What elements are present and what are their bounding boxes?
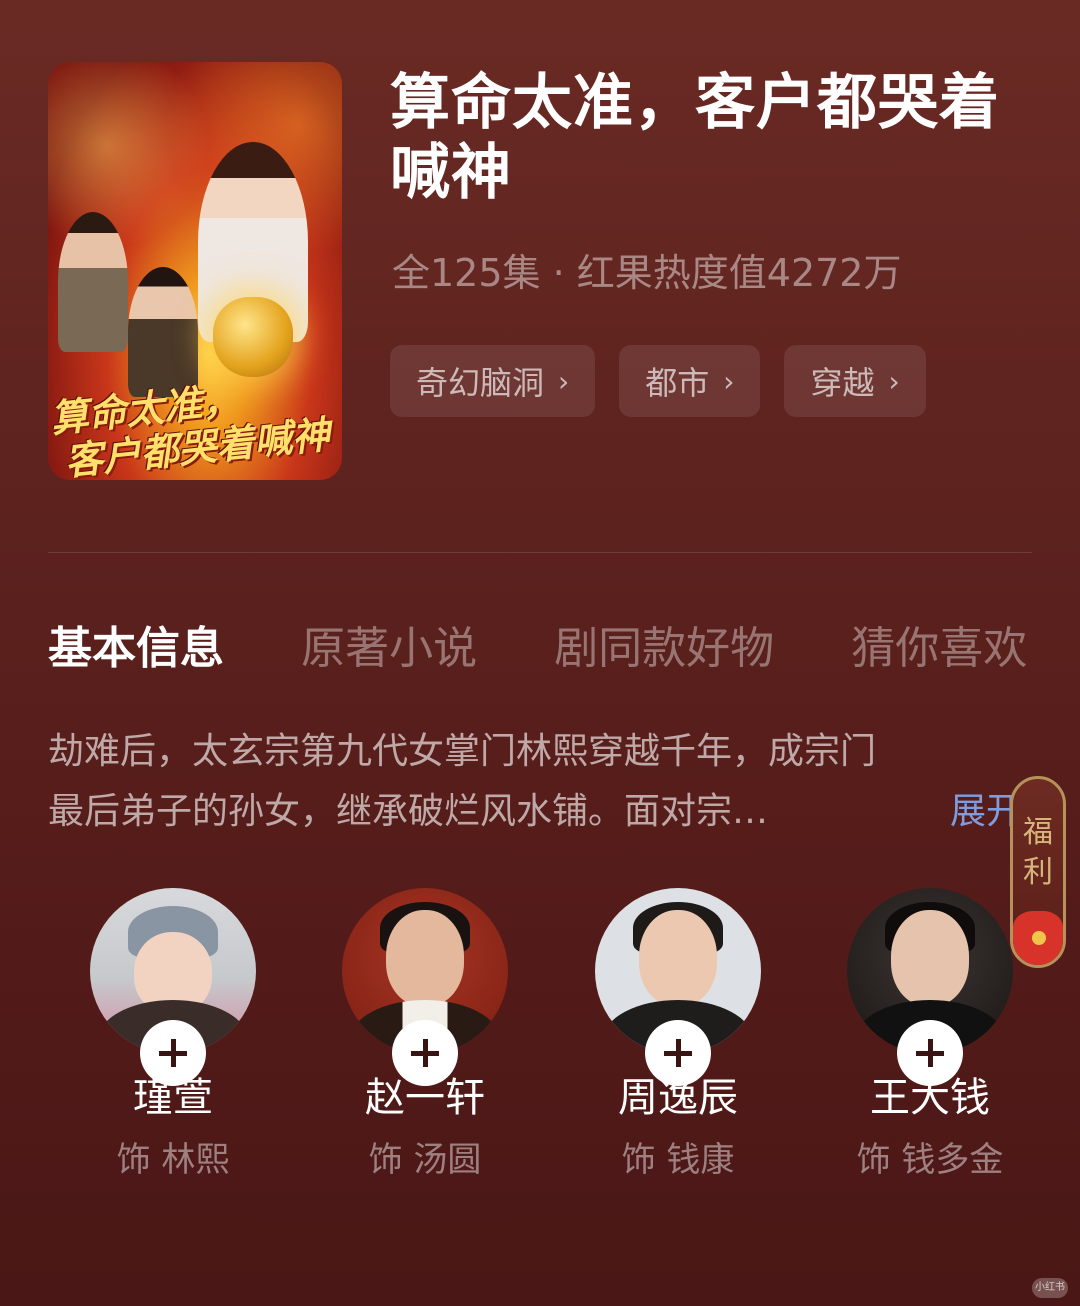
cast-member[interactable]: 周逸辰 饰 钱康 — [558, 888, 798, 1184]
chevron-right-icon: › — [558, 364, 570, 398]
cast-member[interactable]: 瑾萱 饰 林熙 — [53, 888, 293, 1184]
tag-fantasy[interactable]: 奇幻脑洞 › — [390, 345, 596, 417]
poster-figure — [58, 212, 128, 352]
welfare-label: 福利 — [1023, 815, 1053, 890]
watermark-logo: 小红书 — [1032, 1278, 1068, 1298]
drama-meta: 全125集 · 红果热度值4272万 — [392, 251, 902, 295]
tag-label: 都市 — [645, 364, 710, 402]
cast-role: 饰 钱康 — [621, 1140, 735, 1180]
follow-plus-icon[interactable] — [645, 1020, 711, 1086]
section-divider — [48, 552, 1032, 553]
tag-label: 穿越 — [810, 364, 875, 402]
synopsis-line: 最后弟子的孙女，继承破烂风水铺。面对宗… — [48, 791, 769, 832]
info-tabs: 基本信息 原著小说 剧同款好物 猜你喜欢 — [48, 612, 1080, 682]
synopsis-line: 劫难后，太玄宗第九代女掌门林熙穿越千年，成宗门 — [48, 731, 877, 772]
money-bag-icon — [213, 297, 293, 377]
follow-plus-icon[interactable] — [140, 1020, 206, 1086]
drama-title: 算命太准，客户都哭着喊神 — [390, 68, 1000, 208]
chevron-right-icon: › — [723, 364, 735, 398]
tag-time-travel[interactable]: 穿越 › — [784, 345, 926, 417]
chevron-right-icon: › — [888, 364, 900, 398]
cast-member[interactable]: 赵一轩 饰 汤圆 — [305, 888, 545, 1184]
tab-related-goods[interactable]: 剧同款好物 — [554, 612, 774, 676]
cast-role: 饰 钱多金 — [856, 1140, 1004, 1180]
cast-member[interactable]: 王大钱 饰 钱多金 — [810, 888, 1050, 1184]
drama-poster[interactable]: 算命太准， 客户都哭着喊神 — [48, 62, 342, 480]
genre-tags: 奇幻脑洞 › 都市 › 穿越 › — [390, 345, 926, 417]
tag-label: 奇幻脑洞 — [416, 364, 545, 402]
poster-figure — [128, 267, 198, 397]
cast-role: 饰 林熙 — [116, 1140, 230, 1180]
avatar-face — [386, 910, 464, 1006]
tab-basic-info[interactable]: 基本信息 — [48, 612, 224, 676]
tab-original-novel[interactable]: 原著小说 — [301, 612, 477, 676]
avatar-face — [891, 910, 969, 1006]
tag-urban[interactable]: 都市 › — [619, 345, 761, 417]
follow-plus-icon[interactable] — [392, 1020, 458, 1086]
avatar-face — [639, 910, 717, 1006]
follow-plus-icon[interactable] — [897, 1020, 963, 1086]
synopsis: 劫难后，太玄宗第九代女掌门林熙穿越千年，成宗门 最后弟子的孙女，继承破烂风水铺。… — [48, 722, 1028, 842]
cast-role: 饰 汤圆 — [368, 1140, 482, 1180]
tab-recommendations[interactable]: 猜你喜欢 — [851, 612, 1027, 676]
